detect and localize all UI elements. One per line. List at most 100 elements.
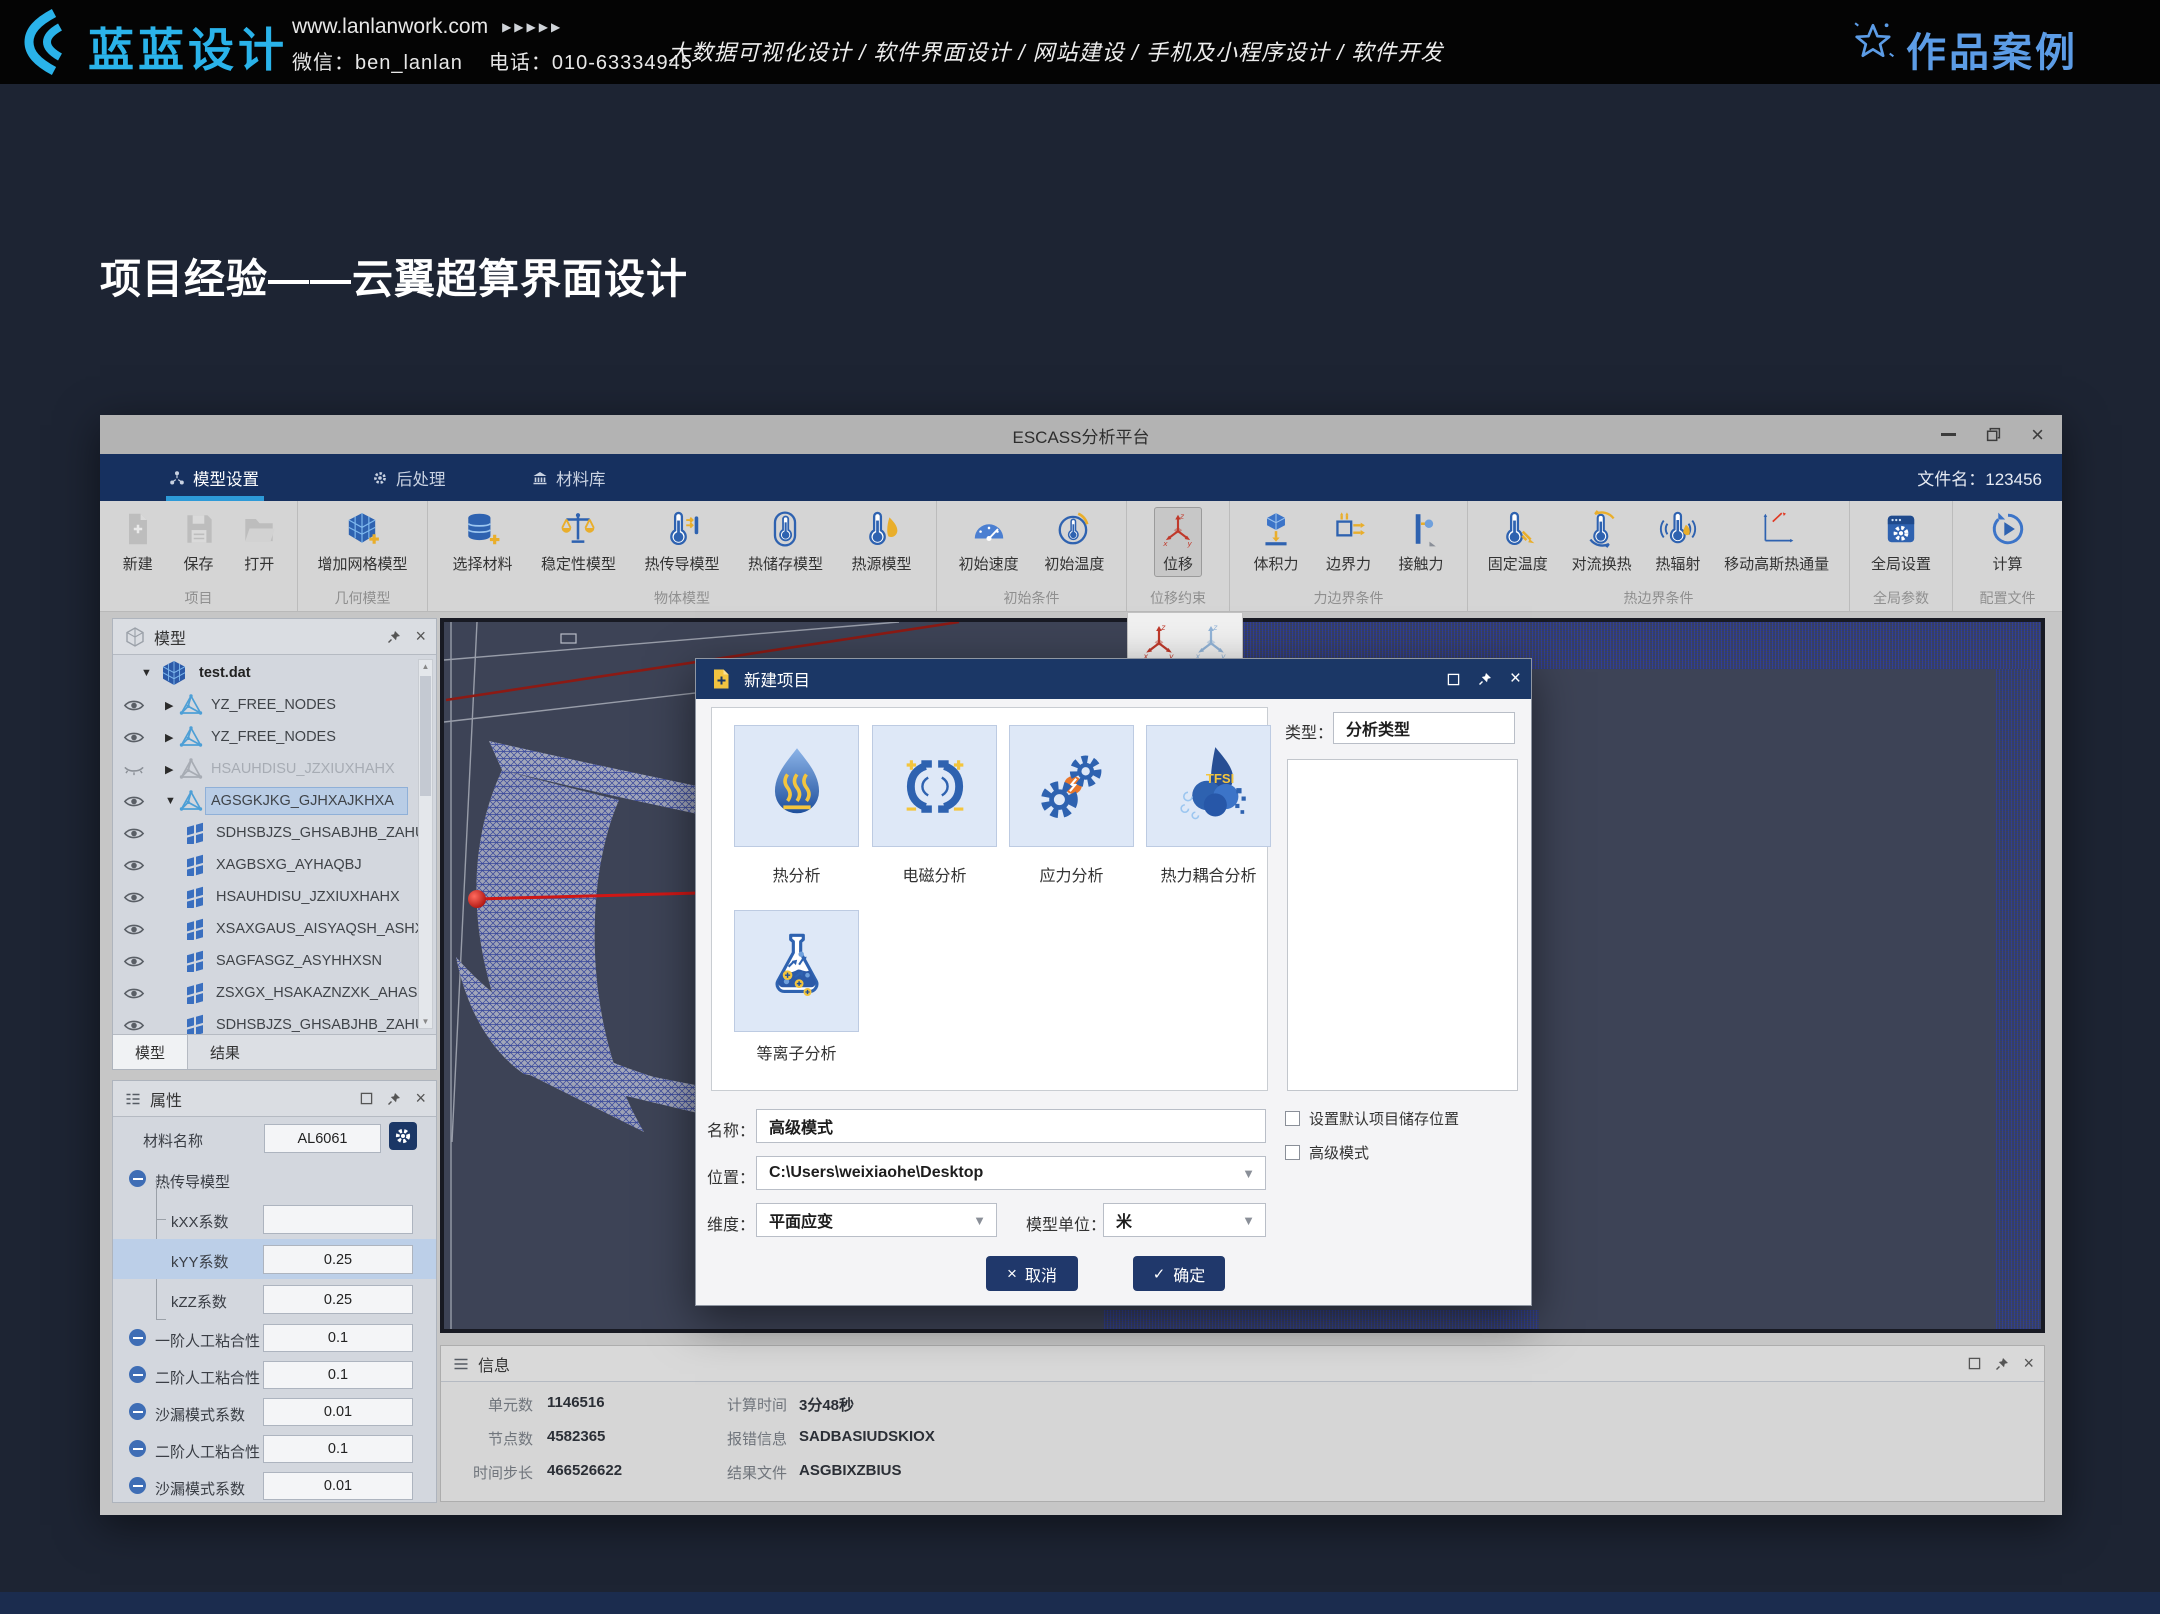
- collapse-icon[interactable]: [129, 1329, 146, 1346]
- path-field[interactable]: C:\Users\weixiaohe\Desktop ▼: [756, 1156, 1266, 1190]
- ok-button[interactable]: ✓ 确定: [1133, 1256, 1225, 1291]
- tree-node-child[interactable]: SDHSBJZS_GHSABJHB_ZAHU: [113, 817, 436, 849]
- initial-velocity-button[interactable]: 初始速度: [955, 508, 1023, 576]
- close-icon[interactable]: ×: [415, 626, 426, 647]
- close-button[interactable]: ×: [2031, 425, 2044, 445]
- tree-scrollbar[interactable]: ▲ ▼: [418, 659, 433, 1029]
- collapse-icon[interactable]: [129, 1477, 146, 1494]
- float-icon[interactable]: [360, 1092, 373, 1105]
- tree-node[interactable]: ▶ YZ_FREE_NODES: [113, 721, 436, 753]
- heat-conduction-button[interactable]: 热传导模型: [640, 508, 723, 576]
- chevron-down-icon[interactable]: ▼: [1242, 1213, 1255, 1228]
- tree-node[interactable]: ▶ YZ_FREE_NODES: [113, 689, 436, 721]
- expander-icon[interactable]: ▶: [165, 763, 173, 776]
- heat-storage-button[interactable]: 热储存模型: [744, 508, 827, 576]
- eye-icon[interactable]: [123, 1018, 145, 1033]
- convection-button[interactable]: 对流换热: [1568, 508, 1636, 576]
- pin-icon[interactable]: [387, 1092, 401, 1106]
- tab-material-lib[interactable]: 材料库: [532, 454, 606, 501]
- open-button[interactable]: 打开: [236, 508, 282, 576]
- eye-icon[interactable]: [123, 730, 145, 745]
- hourglass2-field[interactable]: 0.01: [263, 1472, 413, 1500]
- checkbox-icon[interactable]: [1285, 1145, 1300, 1160]
- tree-node-child[interactable]: SAGFASGZ_ASYHHXSN: [113, 945, 436, 977]
- card-plasma-analysis[interactable]: [734, 910, 859, 1032]
- type-list-box[interactable]: [1287, 759, 1518, 1091]
- eye-icon[interactable]: [123, 698, 145, 713]
- eye-icon[interactable]: [123, 858, 145, 873]
- kyy-field[interactable]: 0.25: [263, 1245, 413, 1274]
- visc1-field[interactable]: 0.1: [263, 1324, 413, 1352]
- visc2-field[interactable]: 0.1: [263, 1361, 413, 1389]
- eye-icon[interactable]: [123, 890, 145, 905]
- cancel-button[interactable]: × 取消: [986, 1256, 1078, 1291]
- expander-icon[interactable]: ▶: [165, 699, 173, 712]
- pin-icon[interactable]: [1995, 1357, 2009, 1371]
- hourglass1-field[interactable]: 0.01: [263, 1398, 413, 1426]
- tree-node-child[interactable]: XAGBSXG_AYHAQBJ: [113, 849, 436, 881]
- new-button[interactable]: 新建: [115, 508, 161, 576]
- eye-icon[interactable]: [123, 922, 145, 937]
- scroll-down-icon[interactable]: ▼: [419, 1017, 432, 1026]
- axis-triad-blue-option[interactable]: [1191, 621, 1231, 661]
- card-thermal-coupling-analysis[interactable]: TFSI: [1146, 725, 1271, 847]
- restore-button[interactable]: [1986, 427, 2001, 442]
- visc3-field[interactable]: 0.1: [263, 1435, 413, 1463]
- material-settings-button[interactable]: [389, 1122, 417, 1150]
- card-thermal-analysis[interactable]: [734, 725, 859, 847]
- kxx-field[interactable]: [263, 1205, 413, 1234]
- initial-temperature-button[interactable]: 初始温度: [1040, 508, 1108, 576]
- contact-force-button[interactable]: 接触力: [1394, 508, 1447, 576]
- kzz-field[interactable]: 0.25: [263, 1285, 413, 1314]
- save-button[interactable]: 保存: [176, 508, 222, 576]
- body-force-button[interactable]: 体积力: [1249, 508, 1302, 576]
- close-icon[interactable]: ×: [2023, 1353, 2034, 1374]
- pin-icon[interactable]: [387, 630, 401, 644]
- expander-icon[interactable]: ▶: [165, 731, 173, 744]
- pin-icon[interactable]: [1478, 672, 1492, 686]
- add-mesh-model-button[interactable]: 增加网格模型: [313, 508, 411, 576]
- tree-node-child[interactable]: HSAUHDISU_JZXIUXHAHX: [113, 881, 436, 913]
- type-field[interactable]: 分析类型: [1333, 712, 1515, 744]
- tab-postprocess[interactable]: 后处理: [372, 454, 446, 501]
- heat-source-button[interactable]: 热源模型: [847, 508, 915, 576]
- radiation-button[interactable]: 热辐射: [1651, 508, 1704, 576]
- displacement-button[interactable]: 位移: [1155, 508, 1201, 576]
- tree-node-child[interactable]: XSAXGAUS_AISYAQSH_ASHX: [113, 913, 436, 945]
- card-em-analysis[interactable]: [872, 725, 997, 847]
- eye-icon[interactable]: [123, 826, 145, 841]
- eye-icon[interactable]: [123, 986, 145, 1001]
- close-icon[interactable]: ×: [415, 1088, 426, 1109]
- portfolio-label[interactable]: 作品案例: [1906, 20, 2078, 78]
- axis-triad-red-option[interactable]: [1139, 621, 1179, 661]
- expander-icon[interactable]: ▼: [165, 795, 176, 807]
- tree-node-child[interactable]: ZSXGX_HSAKAZNZXK_AHASX: [113, 977, 436, 1009]
- close-icon[interactable]: ×: [1510, 668, 1521, 690]
- float-icon[interactable]: [1447, 673, 1460, 686]
- default-location-checkbox[interactable]: 设置默认项目储存位置: [1285, 1108, 1459, 1129]
- stability-model-button[interactable]: 稳定性模型: [537, 508, 620, 576]
- collapse-icon[interactable]: [129, 1403, 146, 1420]
- minimize-button[interactable]: [1941, 433, 1956, 435]
- card-stress-analysis[interactable]: [1009, 725, 1134, 847]
- window-titlebar[interactable]: ESCASS分析平台 ×: [100, 415, 2062, 454]
- dimension-select[interactable]: 平面应变 ▼: [756, 1203, 997, 1237]
- gauss-flux-button[interactable]: 移动高斯热通量: [1720, 508, 1833, 576]
- boundary-force-button[interactable]: 边界力: [1322, 508, 1375, 576]
- checkbox-icon[interactable]: [1285, 1111, 1300, 1126]
- scroll-up-icon[interactable]: ▲: [419, 662, 432, 671]
- website-link[interactable]: www.lanlanwork.com: [292, 15, 488, 39]
- float-icon[interactable]: [1968, 1357, 1981, 1370]
- chevron-down-icon[interactable]: ▼: [1242, 1166, 1255, 1181]
- scrollbar-thumb[interactable]: [420, 676, 431, 796]
- expander-icon[interactable]: ▼: [141, 667, 152, 679]
- tree-node-selected[interactable]: ▼ AGSGKJKG_GJHXAJKHXA: [113, 785, 436, 817]
- global-settings-button[interactable]: 全局设置: [1867, 508, 1935, 576]
- material-name-field[interactable]: AL6061: [264, 1124, 381, 1153]
- select-material-button[interactable]: 选择材料: [448, 508, 516, 576]
- tab-model-setup[interactable]: 模型设置: [169, 454, 259, 501]
- section-heat-conduction[interactable]: 热传导模型: [113, 1159, 436, 1199]
- eye-closed-icon[interactable]: [123, 762, 145, 777]
- dialog-titlebar[interactable]: 新建项目 ×: [696, 659, 1531, 699]
- name-field[interactable]: 高级模式: [756, 1109, 1266, 1143]
